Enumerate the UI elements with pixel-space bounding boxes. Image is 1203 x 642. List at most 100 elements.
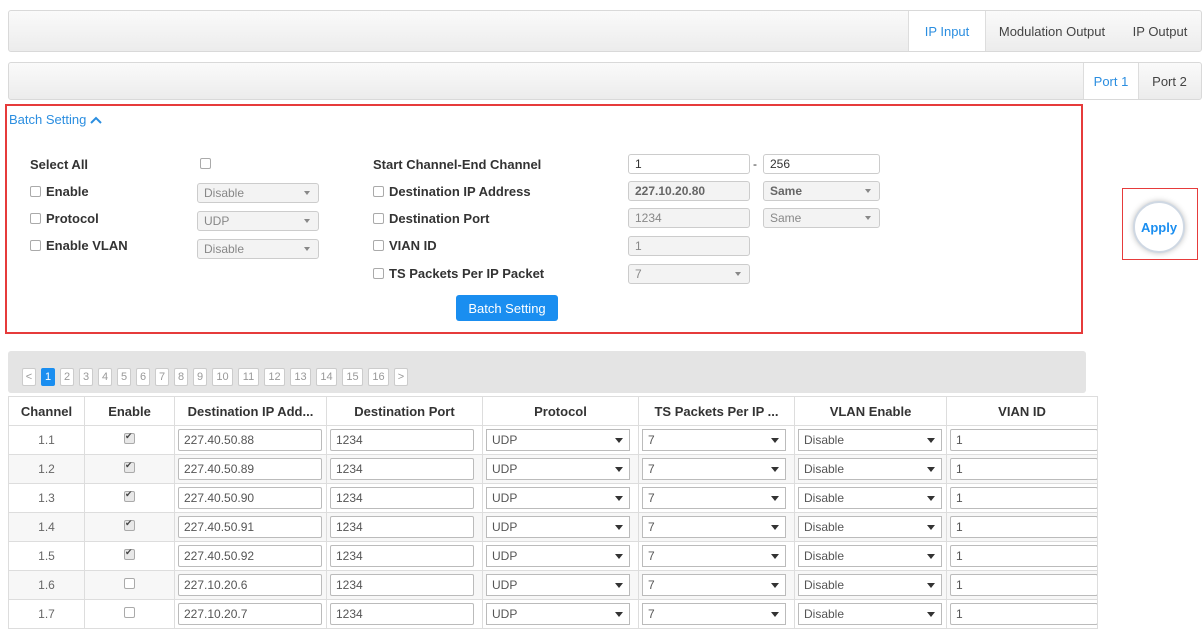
batch-setting-toggle[interactable]: Batch Setting <box>9 112 103 127</box>
row-enable-checkbox[interactable] <box>124 489 135 502</box>
row-vlan-id-input[interactable]: 1 <box>950 458 1098 480</box>
row-enable-checkbox[interactable] <box>124 607 135 618</box>
pager-page-5[interactable]: 5 <box>117 368 131 386</box>
row-enable-checkbox[interactable] <box>124 547 135 560</box>
apply-button[interactable]: Apply <box>1133 201 1185 253</box>
vlan-id-checkbox[interactable] <box>373 240 384 251</box>
row-protocol-select[interactable]: UDP <box>486 574 630 596</box>
row-vlan-id-input[interactable]: 1 <box>950 574 1098 596</box>
row-vlan-id-input[interactable]: 1 <box>950 603 1098 625</box>
enable-vlan-checkbox[interactable] <box>30 240 41 251</box>
enable-vlan-select[interactable]: Disable <box>197 239 319 259</box>
row-ts-packets-select[interactable]: 7 <box>642 603 786 625</box>
row-dest-port-input[interactable]: 1234 <box>330 487 474 509</box>
row-ts-packets-select[interactable]: 7 <box>642 516 786 538</box>
pager-next-button[interactable]: > <box>394 368 408 386</box>
dest-ip-option[interactable]: Destination IP Address <box>373 184 531 199</box>
pager-page-4[interactable]: 4 <box>98 368 112 386</box>
vlan-id-input[interactable]: 1 <box>628 236 750 256</box>
batch-setting-button[interactable]: Batch Setting <box>456 295 558 321</box>
row-ts-packets-select[interactable]: 7 <box>642 487 786 509</box>
row-dest-ip-input[interactable]: 227.40.50.92 <box>178 545 322 567</box>
pager-page-7[interactable]: 7 <box>155 368 169 386</box>
row-ts-packets-select[interactable]: 7 <box>642 545 786 567</box>
pager-prev-button[interactable]: < <box>22 368 36 386</box>
enable-option[interactable]: Enable <box>30 184 89 199</box>
row-protocol-select[interactable]: UDP <box>486 516 630 538</box>
row-vlan-enable-select[interactable]: Disable <box>798 429 942 451</box>
row-dest-port-input[interactable]: 1234 <box>330 458 474 480</box>
protocol-select[interactable]: UDP <box>197 211 319 231</box>
protocol-checkbox[interactable] <box>30 213 41 224</box>
row-dest-ip-input[interactable]: 227.40.50.89 <box>178 458 322 480</box>
end-channel-input[interactable]: 256 <box>763 154 880 174</box>
vlan-id-option[interactable]: VIAN ID <box>373 238 437 253</box>
row-vlan-id-input[interactable]: 1 <box>950 545 1098 567</box>
dest-port-mode-select[interactable]: Same <box>763 208 880 228</box>
protocol-option[interactable]: Protocol <box>30 211 99 226</box>
row-vlan-enable-select[interactable]: Disable <box>798 545 942 567</box>
dest-port-input[interactable]: 1234 <box>628 208 750 228</box>
row-vlan-id-input[interactable]: 1 <box>950 429 1098 451</box>
tab-ip-output[interactable]: IP Output <box>1120 11 1200 51</box>
pager-page-13[interactable]: 13 <box>290 368 311 386</box>
row-dest-ip-input[interactable]: 227.40.50.90 <box>178 487 322 509</box>
pager-page-9[interactable]: 9 <box>193 368 207 386</box>
row-vlan-enable-select[interactable]: Disable <box>798 603 942 625</box>
dest-ip-checkbox[interactable] <box>373 186 384 197</box>
enable-select[interactable]: Disable <box>197 183 319 203</box>
pager-page-1[interactable]: 1 <box>41 368 55 386</box>
pager-page-8[interactable]: 8 <box>174 368 188 386</box>
row-ts-packets-select[interactable]: 7 <box>642 429 786 451</box>
pager-page-6[interactable]: 6 <box>136 368 150 386</box>
start-channel-input[interactable]: 1 <box>628 154 750 174</box>
pager-page-12[interactable]: 12 <box>264 368 285 386</box>
row-protocol-select[interactable]: UDP <box>486 429 630 451</box>
row-dest-port-input[interactable]: 1234 <box>330 516 474 538</box>
pager-page-2[interactable]: 2 <box>60 368 74 386</box>
pager-page-11[interactable]: 11 <box>238 368 259 386</box>
row-protocol-select[interactable]: UDP <box>486 545 630 567</box>
row-enable-checkbox[interactable] <box>124 518 135 531</box>
dest-port-checkbox[interactable] <box>373 213 384 224</box>
select-all-checkbox[interactable] <box>200 158 211 169</box>
tab-ip-input[interactable]: IP Input <box>908 11 986 51</box>
dest-port-option[interactable]: Destination Port <box>373 211 489 226</box>
row-vlan-enable-select[interactable]: Disable <box>798 458 942 480</box>
enable-checkbox[interactable] <box>30 186 41 197</box>
pager-page-14[interactable]: 14 <box>316 368 337 386</box>
row-dest-port-input[interactable]: 1234 <box>330 603 474 625</box>
pager-page-16[interactable]: 16 <box>368 368 389 386</box>
ts-packets-select[interactable]: 7 <box>628 264 750 284</box>
row-dest-port-input[interactable]: 1234 <box>330 429 474 451</box>
row-vlan-enable-select[interactable]: Disable <box>798 516 942 538</box>
row-vlan-enable-select[interactable]: Disable <box>798 487 942 509</box>
row-vlan-id-input[interactable]: 1 <box>950 516 1098 538</box>
row-dest-ip-input[interactable]: 227.40.50.91 <box>178 516 322 538</box>
row-protocol-select[interactable]: UDP <box>486 603 630 625</box>
row-dest-ip-input[interactable]: 227.10.20.6 <box>178 574 322 596</box>
row-dest-port-input[interactable]: 1234 <box>330 545 474 567</box>
row-protocol-select[interactable]: UDP <box>486 458 630 480</box>
pager-page-3[interactable]: 3 <box>79 368 93 386</box>
row-ts-packets-select[interactable]: 7 <box>642 574 786 596</box>
row-ts-packets-select[interactable]: 7 <box>642 458 786 480</box>
row-dest-ip-input[interactable]: 227.10.20.7 <box>178 603 322 625</box>
ts-packets-option[interactable]: TS Packets Per IP Packet <box>373 266 544 281</box>
pager-page-10[interactable]: 10 <box>212 368 233 386</box>
row-enable-checkbox[interactable] <box>124 578 135 589</box>
enable-vlan-option[interactable]: Enable VLAN <box>30 238 128 253</box>
tab-modulation-output[interactable]: Modulation Output <box>986 11 1118 51</box>
pager-page-15[interactable]: 15 <box>342 368 363 386</box>
row-dest-port-input[interactable]: 1234 <box>330 574 474 596</box>
dest-ip-input[interactable]: 227.10.20.80 <box>628 181 750 201</box>
row-protocol-select[interactable]: UDP <box>486 487 630 509</box>
row-enable-checkbox[interactable] <box>124 431 135 444</box>
dest-ip-mode-select[interactable]: Same <box>763 181 880 201</box>
row-dest-ip-input[interactable]: 227.40.50.88 <box>178 429 322 451</box>
tab-port-1[interactable]: Port 1 <box>1083 63 1139 99</box>
tab-port-2[interactable]: Port 2 <box>1139 63 1200 99</box>
row-enable-checkbox[interactable] <box>124 460 135 473</box>
row-vlan-enable-select[interactable]: Disable <box>798 574 942 596</box>
ts-packets-checkbox[interactable] <box>373 268 384 279</box>
